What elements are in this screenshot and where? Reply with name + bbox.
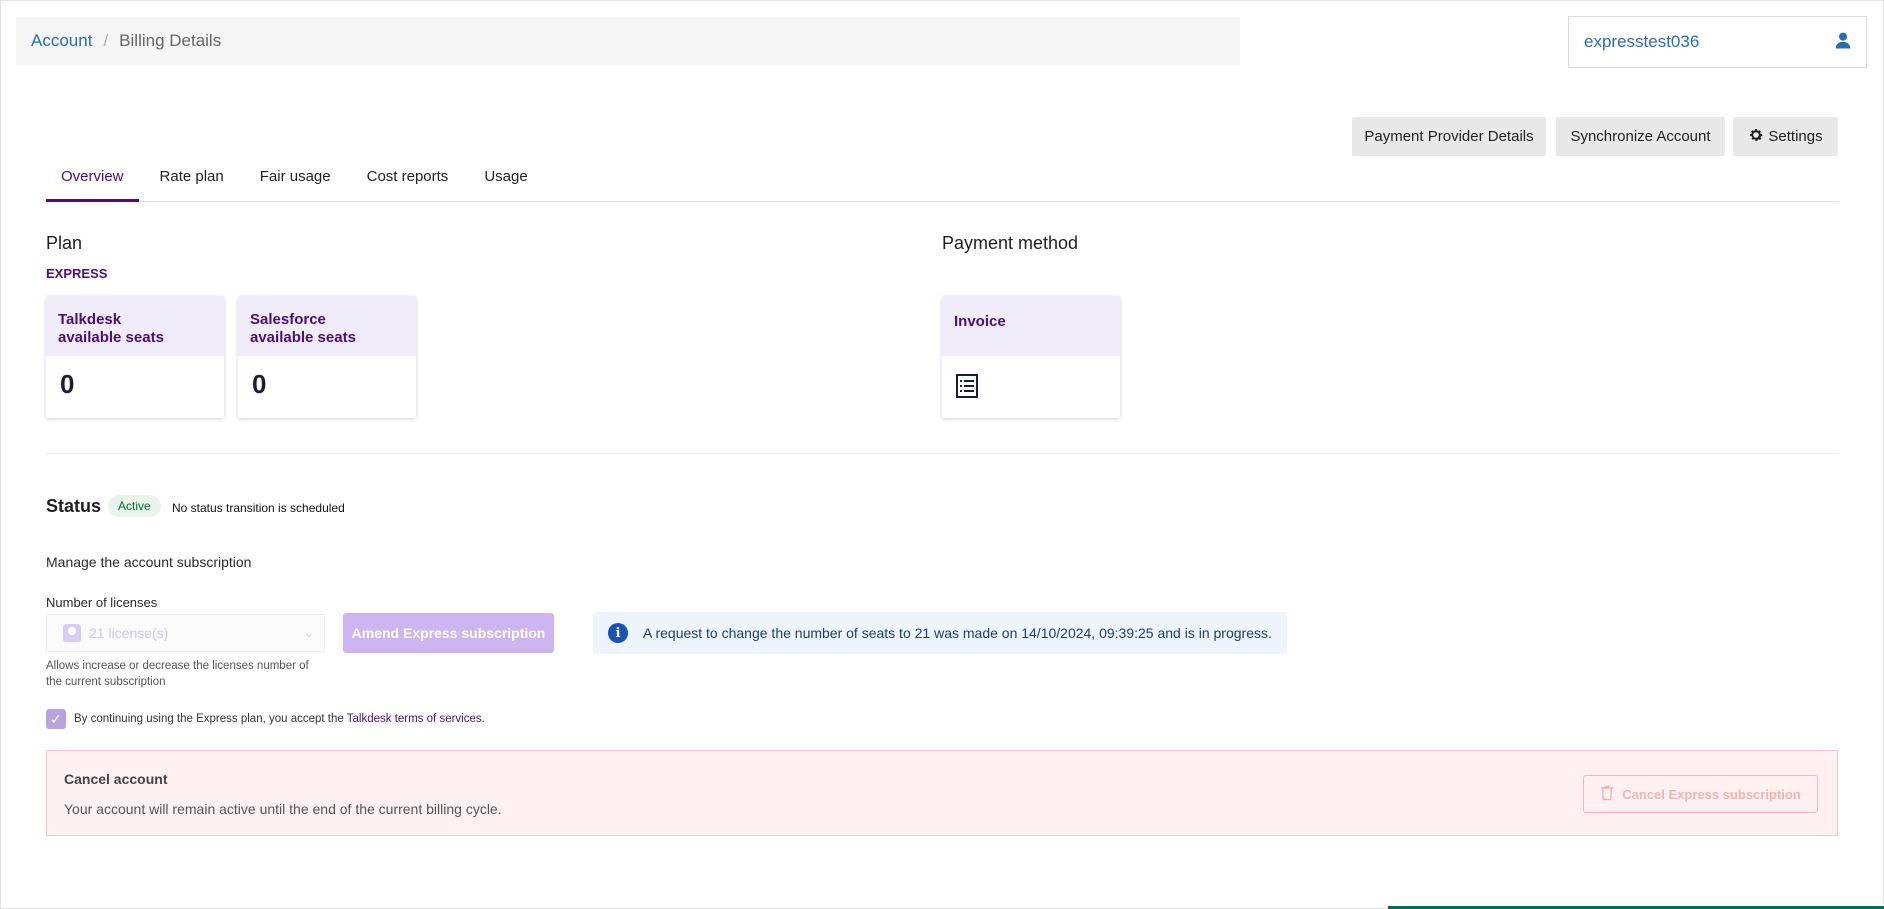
breadcrumb-separator: / [103,31,109,50]
tab-cost-reports[interactable]: Cost reports [352,160,464,201]
talkdesk-seats-card: Talkdesk available seats 0 [46,296,224,418]
tab-overview[interactable]: Overview [46,160,139,202]
salesforce-seats-value: 0 [252,369,267,399]
settings-button[interactable]: Settings [1733,117,1838,156]
terms-checkbox[interactable]: ✓ [46,709,66,729]
card-label-line1: Salesforce [250,311,326,328]
invoice-card: Invoice [942,296,1120,418]
card-label-line2: available seats [250,329,356,346]
breadcrumb: Account / Billing Details [16,17,1240,65]
trash-icon [1600,785,1622,804]
status-badge: Active [108,495,161,517]
card-label-line2: available seats [58,329,164,346]
invoice-label: Invoice [942,296,1120,356]
settings-label: Settings [1768,128,1823,145]
terms-text: By continuing using the Express plan, yo… [74,713,344,725]
cancel-subscription-button[interactable]: Cancel Express subscription [1583,775,1818,813]
cancel-account-title: Cancel account [64,771,168,787]
user-icon [1834,31,1852,54]
user-menu[interactable]: expresstest036 [1568,16,1867,68]
payment-provider-details-button[interactable]: Payment Provider Details [1352,117,1546,156]
info-message: A request to change the number of seats … [643,625,1272,641]
licenses-select[interactable]: 21 license(s) ⌄ [46,614,325,652]
tab-usage[interactable]: Usage [469,160,542,201]
status-note: No status transition is scheduled [172,501,345,515]
terms-end: . [481,713,485,725]
synchronize-account-button[interactable]: Synchronize Account [1556,117,1725,156]
terms-row: ✓ By continuing using the Express plan, … [46,709,485,729]
salesforce-seats-card: Salesforce available seats 0 [238,296,416,418]
section-divider [46,453,1838,454]
amend-subscription-button[interactable]: Amend Express subscription [343,613,554,653]
plan-title: Plan [46,233,83,253]
invoice-icon [942,356,1120,418]
tab-rate-plan[interactable]: Rate plan [145,160,239,201]
breadcrumb-current: Billing Details [119,31,222,50]
license-icon [63,624,81,642]
plan-name: EXPRESS [46,266,108,281]
card-label-line1: Talkdesk [58,311,122,328]
talkdesk-seats-value: 0 [60,369,75,399]
licenses-value: 21 license(s) [89,625,169,641]
gear-icon [1748,127,1768,147]
tab-fair-usage[interactable]: Fair usage [245,160,346,201]
info-icon: i [608,623,628,643]
card-header: Salesforce available seats [238,296,416,356]
cancel-account-panel: Cancel account Your account will remain … [46,750,1838,836]
info-banner: i A request to change the number of seat… [593,612,1287,654]
payment-method-title: Payment method [942,233,1079,253]
chevron-down-icon: ⌄ [303,625,314,640]
licenses-help-text: Allows increase or decrease the licenses… [46,660,309,688]
manage-subscription-title: Manage the account subscription [46,554,252,570]
tab-bar: Overview Rate plan Fair usage Cost repor… [46,160,1838,202]
card-header: Talkdesk available seats [46,296,224,356]
breadcrumb-account-link[interactable]: Account [31,31,92,51]
terms-link[interactable]: Talkdesk terms of services [347,713,482,725]
status-title: Status [46,496,102,516]
cancel-account-description: Your account will remain active until th… [64,801,502,817]
cancel-subscription-label: Cancel Express subscription [1622,786,1801,802]
user-name: expresstest036 [1584,32,1700,51]
licenses-label: Number of licenses [46,595,158,610]
